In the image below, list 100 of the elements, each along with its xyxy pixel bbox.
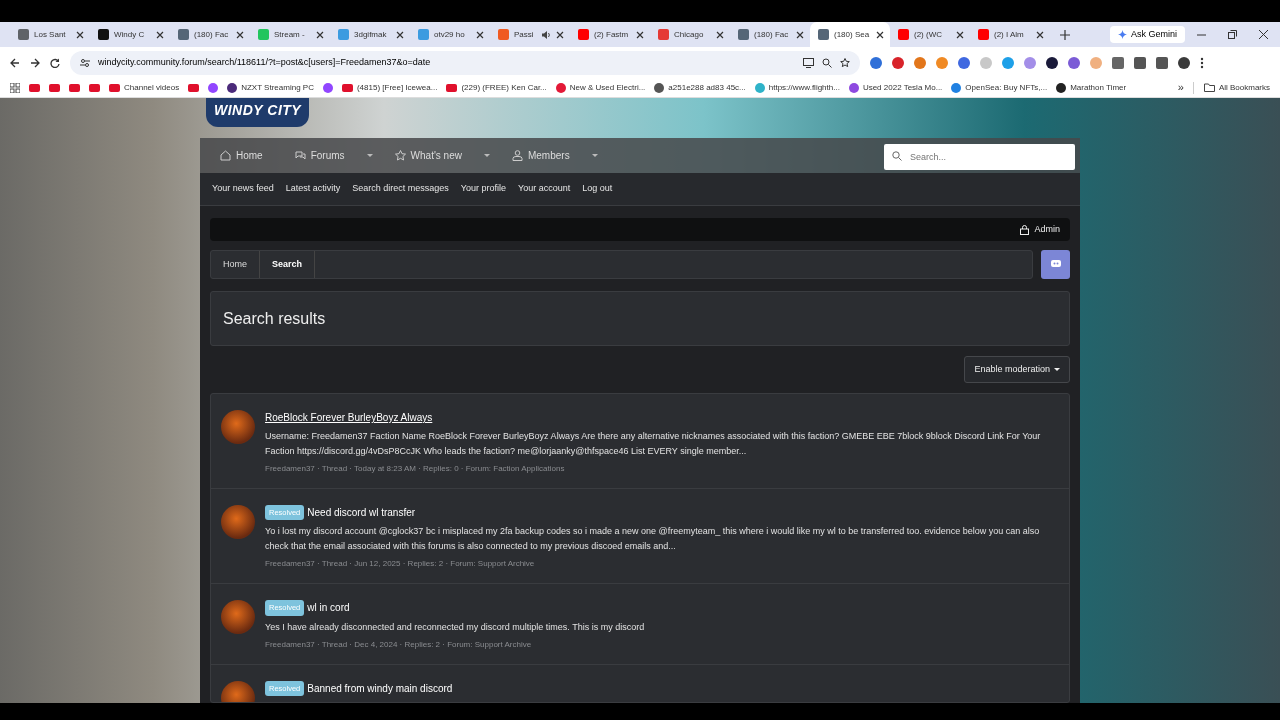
admin-link[interactable]: Admin (1020, 222, 1060, 237)
chat-icon (1050, 260, 1061, 269)
breadcrumb-link[interactable]: Home (211, 251, 260, 278)
all-bookmarks-button[interactable]: All Bookmarks (1192, 81, 1270, 94)
forward-icon[interactable] (30, 57, 40, 68)
browser-tab[interactable]: Chicago (650, 22, 730, 47)
close-icon[interactable] (396, 30, 404, 39)
close-icon[interactable] (796, 30, 804, 39)
browser-tab[interactable]: (180) Fac (730, 22, 810, 47)
bookmark[interactable]: OpenSea: Buy NFTs,... (951, 81, 1048, 94)
bookmark-icon[interactable] (89, 83, 100, 92)
breadcrumb-link[interactable]: Search (260, 251, 316, 278)
close-icon[interactable] (636, 30, 644, 39)
nav-tab[interactable]: Members (501, 148, 580, 163)
new-tab-icon[interactable] (1060, 29, 1070, 40)
close-icon[interactable] (1259, 30, 1268, 39)
subnav-link[interactable]: Log out (582, 182, 613, 196)
result-title-link[interactable]: Need discord wl transfer (307, 505, 416, 521)
chat-bubbles-icon (294, 150, 306, 161)
close-icon[interactable] (316, 30, 324, 39)
bookmark[interactable]: Marathon Timer (1056, 81, 1127, 94)
site-icon (555, 82, 566, 93)
bookmark[interactable]: a251e288 ad83 45c... (654, 81, 746, 94)
result-title-link[interactable]: RoeBlock Forever BurleyBoyz Always (265, 410, 433, 425)
close-icon[interactable] (956, 30, 964, 39)
bookmark[interactable]: Used 2022 Tesla Mo... (848, 81, 943, 94)
site-icon (341, 83, 353, 92)
bookmark[interactable]: (4815) [Free] Icewea... (341, 81, 438, 94)
browser-tab[interactable]: Windy C (90, 22, 170, 47)
bookmark-icon[interactable] (49, 83, 60, 92)
more-bookmarks-button[interactable]: » (1177, 79, 1184, 96)
dropdown-caret-icon[interactable] (591, 154, 598, 157)
close-icon[interactable] (476, 30, 484, 39)
site-icon (98, 29, 109, 40)
extension-icon[interactable] (1156, 56, 1168, 69)
bookmark-icon[interactable] (29, 83, 40, 92)
browser-tab[interactable]: (180) Fac (170, 22, 250, 47)
bookmark[interactable]: https://www.flighth... (754, 81, 840, 94)
extension-icon[interactable] (1046, 56, 1058, 69)
bookmark-icon[interactable] (322, 82, 333, 93)
close-icon[interactable] (76, 30, 84, 39)
site-icon (754, 82, 765, 93)
site-icon (446, 83, 458, 92)
dropdown-caret-icon[interactable] (483, 154, 490, 157)
chat-button[interactable] (1041, 250, 1070, 279)
browser-tab[interactable]: (2) I Alm (970, 22, 1050, 47)
address-bar[interactable]: windycity.community.forum/search/118611/?t=post&c[users]=Freedamen37&o=date (70, 50, 860, 75)
close-icon[interactable] (876, 30, 884, 39)
restore-icon[interactable] (1228, 30, 1237, 39)
bookmark[interactable]: Channel videos (109, 81, 180, 94)
extension-icon[interactable] (1134, 56, 1146, 69)
result-title-link[interactable]: wl in cord (307, 600, 350, 616)
nav-tab[interactable]: Home (210, 148, 273, 163)
close-icon[interactable] (156, 30, 164, 39)
bookmark-icon[interactable] (69, 83, 80, 92)
nav-tab[interactable]: Forums (284, 148, 355, 163)
close-icon[interactable] (716, 30, 724, 39)
extension-icon[interactable] (1178, 56, 1190, 69)
browser-tab[interactable]: Los Sant (10, 22, 90, 47)
moderation-button[interactable]: Enable moderation (964, 356, 1070, 383)
result-title-link[interactable]: Banned from windy main discord (307, 680, 453, 696)
zoom-icon[interactable] (822, 57, 832, 68)
browser-tab[interactable]: 3dgifmak (330, 22, 410, 47)
browser-tab[interactable]: otv29 ho (410, 22, 490, 47)
browser-tab[interactable]: (2) Fastm (570, 22, 650, 47)
sparkle-icon (1118, 30, 1127, 39)
nav-tab[interactable]: What's new (384, 148, 472, 163)
install-icon[interactable] (803, 57, 814, 68)
subnav-link[interactable]: Your news feed (212, 182, 274, 196)
browser-tab[interactable]: Stream - (250, 22, 330, 47)
close-icon[interactable] (556, 30, 564, 39)
browser-tab[interactable]: Passi (490, 22, 570, 47)
search-field[interactable]: Search... (884, 143, 1075, 170)
person-icon (511, 150, 523, 161)
avatar[interactable] (221, 600, 255, 635)
subnav-link[interactable]: Your profile (460, 182, 506, 196)
more-icon[interactable] (1200, 56, 1204, 69)
browser-tab[interactable]: (2) (WC (890, 22, 970, 47)
close-icon[interactable] (236, 30, 244, 39)
bookmark-icon[interactable] (208, 82, 219, 93)
subnav-link[interactable]: Latest activity (285, 182, 341, 196)
apps-icon[interactable] (10, 82, 20, 93)
gemini-button[interactable]: Ask Gemini (1110, 25, 1185, 44)
close-icon[interactable] (1036, 30, 1044, 39)
site-logo[interactable]: WINDY CITY (206, 98, 310, 127)
dropdown-caret-icon[interactable] (366, 154, 373, 157)
bookmark[interactable]: New & Used Electri... (555, 81, 646, 94)
subnav-link[interactable]: Your account (518, 182, 571, 196)
bookmark[interactable]: (229) (FREE) Ken Car... (446, 81, 547, 94)
bookmark[interactable]: NZXT Streaming PC (227, 81, 314, 94)
avatar[interactable] (221, 505, 255, 539)
avatar[interactable] (221, 410, 255, 444)
site-icon (818, 29, 829, 40)
reload-icon[interactable] (50, 57, 60, 68)
browser-tab[interactable]: (180) Sea (810, 22, 890, 47)
star-icon[interactable] (840, 57, 850, 68)
search-icon (892, 150, 902, 161)
subnav-link[interactable]: Search direct messages (352, 182, 449, 196)
bookmark-icon[interactable] (188, 83, 200, 92)
back-icon[interactable] (10, 57, 20, 68)
